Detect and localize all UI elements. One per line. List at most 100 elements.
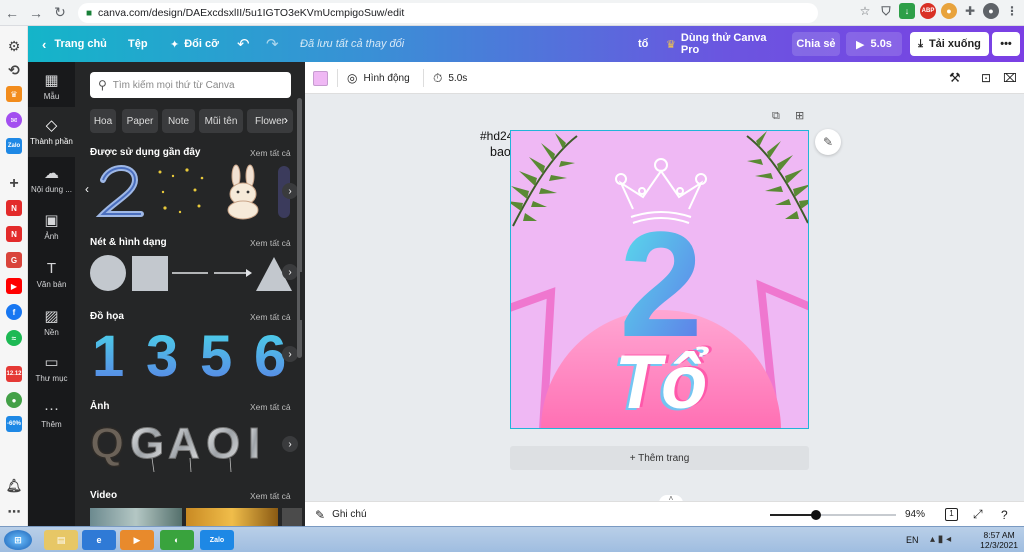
menu-icon[interactable]: ⋮ <box>1004 3 1020 19</box>
more-button[interactable]: ••• <box>992 32 1020 56</box>
shield-icon[interactable]: ⛉ <box>878 3 894 19</box>
graphic-digit[interactable]: 3 <box>146 324 178 382</box>
chevron-right-icon[interactable]: › <box>282 436 298 452</box>
graphic-digit[interactable]: 1 <box>92 324 124 382</box>
more-vertical-icon[interactable]: ⋯ <box>6 504 22 520</box>
settings-icon[interactable]: ⚙ <box>6 38 22 54</box>
zoom-level[interactable]: 94% <box>905 502 925 527</box>
recent-item-sparkles[interactable] <box>158 168 204 214</box>
color-picker-icon[interactable]: ● <box>941 3 957 19</box>
ie-icon[interactable]: e <box>82 530 116 550</box>
system-clock[interactable]: 8:57 AM 12/3/2021 <box>980 530 1018 550</box>
shape-square[interactable] <box>132 256 168 291</box>
history-icon[interactable]: ⟲ <box>6 62 22 78</box>
rail-item-photos[interactable]: ▣ Ảnh <box>28 202 75 252</box>
balloon-letter[interactable]: G <box>130 419 165 469</box>
rail-item-elements[interactable]: ◇ Thành phần <box>28 107 75 157</box>
notes-button[interactable]: ✎ Ghi chú <box>315 502 367 527</box>
share-button[interactable]: Chia sẻ <box>792 32 840 56</box>
balloon-letter[interactable]: A <box>168 419 201 469</box>
try-pro-button[interactable]: ♛ Dùng thử Canva Pro <box>666 32 786 56</box>
chat-icon[interactable]: ● <box>6 392 22 408</box>
spotify-icon[interactable]: ≈ <box>6 330 22 346</box>
chevron-right-icon[interactable]: › <box>282 346 298 362</box>
chevron-left-icon[interactable]: ‹ <box>85 182 89 196</box>
rail-item-folders[interactable]: ▭ Thư mục <box>28 344 75 394</box>
add-page-button[interactable]: + Thêm trang <box>510 446 809 470</box>
download-button[interactable]: ⤓ Tải xuống <box>910 32 989 56</box>
chevron-right-icon[interactable]: › <box>282 183 298 199</box>
undo-icon[interactable]: ↶ <box>237 26 250 62</box>
profile-icon[interactable]: ● <box>983 3 999 19</box>
balloon-letter[interactable]: Q <box>90 418 125 469</box>
balloon-letter[interactable]: O <box>206 419 241 469</box>
chevron-right-icon[interactable]: › <box>282 264 298 280</box>
start-icon[interactable]: ⊞ <box>4 530 32 550</box>
page-count-button[interactable]: 1 <box>945 502 958 527</box>
recent-item-number-two[interactable] <box>95 165 144 217</box>
news-icon[interactable]: N <box>6 200 22 216</box>
forward-icon[interactable]: → <box>24 2 48 24</box>
help-icon[interactable]: ? <box>1001 502 1008 527</box>
shopee-icon[interactable]: 12.12 <box>6 366 22 382</box>
rail-item-uploads[interactable]: ☁ Nội dung ... <box>28 155 75 205</box>
comment-icon[interactable]: ✎ <box>815 129 841 155</box>
coccoc-icon[interactable]: ◐ <box>160 530 194 550</box>
zalo-taskbar-icon[interactable]: Zalo <box>200 530 234 550</box>
animate-button[interactable]: ◎ Hình động <box>347 62 410 94</box>
redo-icon[interactable]: ↷ <box>266 26 279 62</box>
design-title[interactable]: tổ <box>638 26 648 62</box>
chip-hoa[interactable]: Hoa <box>90 109 116 133</box>
zalo-icon[interactable]: Zalo <box>6 138 22 154</box>
crown-icon[interactable]: ♛ <box>6 86 22 102</box>
video-thumbnail[interactable] <box>186 508 278 526</box>
news-icon[interactable]: N <box>6 226 22 242</box>
video-thumbnail[interactable] <box>90 508 182 526</box>
shape-circle[interactable] <box>90 255 126 291</box>
resize-button[interactable]: ✦ Đổi cỡ <box>170 26 219 62</box>
home-button[interactable]: ‹ Trang chủ <box>42 26 107 62</box>
see-all-graphics[interactable]: Xem tất cả <box>250 312 291 322</box>
see-all-videos[interactable]: Xem tất cả <box>250 491 291 501</box>
search-input[interactable]: ⚲ Tìm kiếm mọi thứ từ Canva <box>90 72 291 98</box>
promo-icon[interactable]: -60% <box>6 416 22 432</box>
file-button[interactable]: Tệp <box>128 26 148 62</box>
rail-item-background[interactable]: ▨ Nền <box>28 298 75 348</box>
address-bar[interactable]: ■ canva.com/design/DAExcdsxlII/5u1IGTO3e… <box>78 3 818 23</box>
design-word[interactable]: Tổ <box>615 340 709 425</box>
shape-arrow[interactable] <box>214 269 252 277</box>
play-button[interactable]: ▶ 5.0s <box>846 32 902 56</box>
star-icon[interactable]: ☆ <box>857 3 873 19</box>
fullscreen-icon[interactable]: ⤢ <box>973 502 983 527</box>
zoom-slider[interactable] <box>770 510 896 520</box>
explorer-icon[interactable]: ▤ <box>44 530 78 550</box>
download-ext-icon[interactable]: ↓ <box>899 3 915 19</box>
youtube-icon[interactable]: ▶ <box>6 278 22 294</box>
video-thumbnail[interactable] <box>282 508 302 526</box>
media-player-icon[interactable]: ▶ <box>120 530 154 550</box>
bell-icon[interactable]: 🔔︎ <box>6 478 23 494</box>
facebook-icon[interactable]: f <box>6 304 22 320</box>
back-icon[interactable]: ← <box>0 2 24 24</box>
add-page-icon[interactable]: ⊞ <box>795 109 804 122</box>
tray-icons[interactable]: ▴ ▮ ◂ <box>930 534 951 545</box>
see-all-lines[interactable]: Xem tất cả <box>250 238 291 248</box>
chevron-right-icon[interactable]: › <box>284 113 288 127</box>
add-icon[interactable]: + <box>6 175 22 192</box>
puzzle-icon[interactable]: ✚ <box>962 3 978 19</box>
rail-item-text[interactable]: T Văn bản <box>28 250 75 300</box>
recent-item-bunny[interactable] <box>227 164 259 220</box>
graphic-digit[interactable]: 5 <box>200 324 232 382</box>
adblock-icon[interactable]: ABP <box>920 3 936 19</box>
duration-button[interactable]: ⏱︎ 5.0s <box>433 62 467 94</box>
see-all-photos[interactable]: Xem tất cả <box>250 402 291 412</box>
chip-paper[interactable]: Paper <box>122 109 158 133</box>
see-all-recent[interactable]: Xem tất cả <box>250 148 291 158</box>
language-indicator[interactable]: EN <box>906 535 919 545</box>
zoom-slider-knob[interactable] <box>811 510 821 520</box>
lock-icon[interactable]: ⊡ <box>981 62 991 94</box>
reload-icon[interactable]: ↻ <box>48 2 72 24</box>
game-icon[interactable]: G <box>6 252 22 268</box>
chip-note[interactable]: Note <box>162 109 195 133</box>
messenger-icon[interactable]: ✉ <box>6 112 22 128</box>
